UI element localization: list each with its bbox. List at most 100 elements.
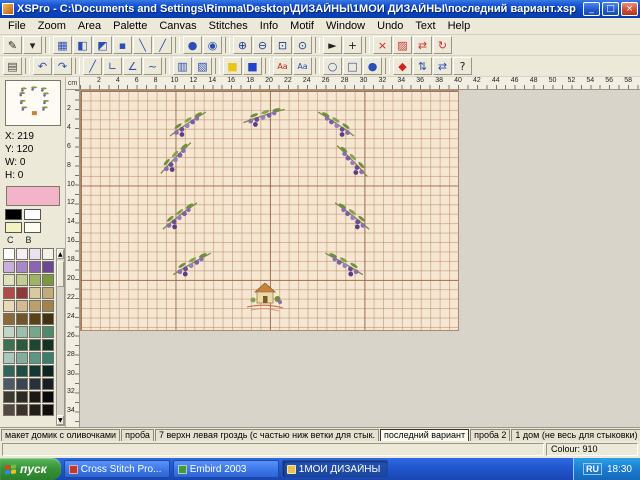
palette-swatch[interactable] <box>42 365 54 377</box>
zoom-area-icon[interactable]: ⊡ <box>273 36 292 54</box>
palette-swatch[interactable] <box>3 300 15 312</box>
back-stitch-icon[interactable]: ╲ <box>133 36 152 54</box>
taskbar-item[interactable]: Cross Stitch Pro... <box>64 460 170 478</box>
help-icon[interactable]: ? <box>453 57 472 75</box>
zoom-full-icon[interactable]: ⊙ <box>293 36 312 54</box>
menu-item-file[interactable]: File <box>2 19 32 33</box>
bead-icon[interactable]: ◉ <box>203 36 222 54</box>
palette-swatch[interactable] <box>16 261 28 273</box>
quarter-stitch-icon[interactable]: ◩ <box>93 36 112 54</box>
halftone-icon[interactable]: ▥ <box>173 57 192 75</box>
minimize-button[interactable]: _ <box>583 2 600 16</box>
palette-swatch[interactable] <box>29 378 41 390</box>
palette-swatch[interactable] <box>42 391 54 403</box>
flip-horizontal-icon[interactable]: ⇄ <box>433 57 452 75</box>
menu-item-palette[interactable]: Palette <box>107 19 153 33</box>
palette-swatch[interactable] <box>16 300 28 312</box>
palette-swatch[interactable] <box>29 300 41 312</box>
zoom-out-icon[interactable]: ⊖ <box>253 36 272 54</box>
palette-swatch[interactable] <box>42 352 54 364</box>
design-tab[interactable]: 1 дом (не весь для стыковки) <box>511 429 640 441</box>
palette-swatch[interactable] <box>16 339 28 351</box>
palette-swatch[interactable] <box>3 352 15 364</box>
select-arrow-icon[interactable]: ► <box>323 36 342 54</box>
text-red-icon[interactable]: Aa <box>273 57 292 75</box>
petite-stitch-icon[interactable]: ▪ <box>113 36 132 54</box>
palette-swatch[interactable] <box>42 248 54 260</box>
mirror-icon[interactable]: ⇄ <box>413 36 432 54</box>
ellipse-tool-icon[interactable]: ○ <box>323 57 342 75</box>
palette-swatch[interactable] <box>3 391 15 403</box>
design-tab[interactable]: последний вариант <box>380 429 469 441</box>
palette-swatch[interactable] <box>42 287 54 299</box>
yellow-swatch[interactable] <box>5 222 22 233</box>
save-icon[interactable]: ▤ <box>3 57 22 75</box>
pencil-icon[interactable]: ✎ <box>3 36 22 54</box>
palette-swatch[interactable] <box>42 261 54 273</box>
menu-item-window[interactable]: Window <box>320 19 371 33</box>
palette-swatch[interactable] <box>29 313 41 325</box>
palette-swatch[interactable] <box>3 365 15 377</box>
palette-swatch[interactable] <box>3 248 15 260</box>
polyline-tool-icon[interactable]: ∟ <box>103 57 122 75</box>
pattern-fill-icon[interactable]: ▧ <box>193 57 212 75</box>
white-swatch[interactable] <box>24 209 41 220</box>
palette-swatch[interactable] <box>42 378 54 390</box>
palette-scrollbar[interactable]: ▲ ▼ <box>56 248 65 426</box>
menu-item-zoom[interactable]: Zoom <box>32 19 72 33</box>
scrollbar-thumb[interactable] <box>57 261 64 287</box>
curve-tool-icon[interactable]: ~ <box>143 57 162 75</box>
language-indicator[interactable]: RU <box>583 463 602 475</box>
palette-swatch[interactable] <box>42 326 54 338</box>
scroll-up-icon[interactable]: ▲ <box>57 249 64 259</box>
stitch-grid[interactable] <box>80 90 459 331</box>
palette-swatch[interactable] <box>42 300 54 312</box>
palette-swatch[interactable] <box>16 378 28 390</box>
menu-item-text[interactable]: Text <box>409 19 441 33</box>
palette-swatch[interactable] <box>29 339 41 351</box>
menu-item-stitches[interactable]: Stitches <box>203 19 254 33</box>
close-button[interactable]: × <box>621 2 638 16</box>
design-tab[interactable]: проба 2 <box>470 429 510 441</box>
palette-swatch[interactable] <box>29 326 41 338</box>
palette-swatch[interactable] <box>29 248 41 260</box>
text-blue-icon[interactable]: Aa <box>293 57 312 75</box>
palette-swatch[interactable] <box>42 339 54 351</box>
taskbar-item[interactable]: 1МОИ ДИЗАЙНЫ <box>282 460 388 478</box>
design-tab[interactable]: проба <box>121 429 154 441</box>
palette-swatch[interactable] <box>29 261 41 273</box>
design-tab[interactable]: 7 верхн левая гроздь (с частью ниж ветки… <box>155 429 379 441</box>
palette-swatch[interactable] <box>29 274 41 286</box>
current-color-swatch[interactable] <box>6 186 60 206</box>
palette-swatch[interactable] <box>29 404 41 416</box>
palette-swatch[interactable] <box>3 274 15 286</box>
filled-ellipse-icon[interactable]: ● <box>363 57 382 75</box>
palette-swatch[interactable] <box>3 313 15 325</box>
french-knot-icon[interactable]: ● <box>183 36 202 54</box>
palette-swatch[interactable] <box>16 248 28 260</box>
menu-item-help[interactable]: Help <box>442 19 477 33</box>
maximize-button[interactable]: □ <box>602 2 619 16</box>
palette-swatch[interactable] <box>42 313 54 325</box>
menu-item-motif[interactable]: Motif <box>284 19 320 33</box>
yellow-color-icon[interactable]: ■ <box>223 57 242 75</box>
blue-color-icon[interactable]: ■ <box>243 57 262 75</box>
palette-swatch[interactable] <box>3 404 15 416</box>
palette-swatch[interactable] <box>29 287 41 299</box>
angle-tool-icon[interactable]: ∠ <box>123 57 142 75</box>
palette-swatch[interactable] <box>29 391 41 403</box>
palette-swatch[interactable] <box>3 287 15 299</box>
palette-swatch[interactable] <box>42 274 54 286</box>
erase-icon[interactable]: × <box>373 36 392 54</box>
palette-swatch[interactable] <box>3 378 15 390</box>
palette-swatch[interactable] <box>29 365 41 377</box>
menu-item-area[interactable]: Area <box>72 19 107 33</box>
palette-swatch[interactable] <box>29 352 41 364</box>
flood-fill-icon[interactable]: ▨ <box>393 36 412 54</box>
taskbar-item[interactable]: Embird 2003 <box>173 460 279 478</box>
palette-swatch[interactable] <box>16 274 28 286</box>
line-tool-icon[interactable]: ╱ <box>83 57 102 75</box>
cream-swatch[interactable] <box>24 222 41 233</box>
long-stitch-icon[interactable]: ╱ <box>153 36 172 54</box>
black-swatch[interactable] <box>5 209 22 220</box>
